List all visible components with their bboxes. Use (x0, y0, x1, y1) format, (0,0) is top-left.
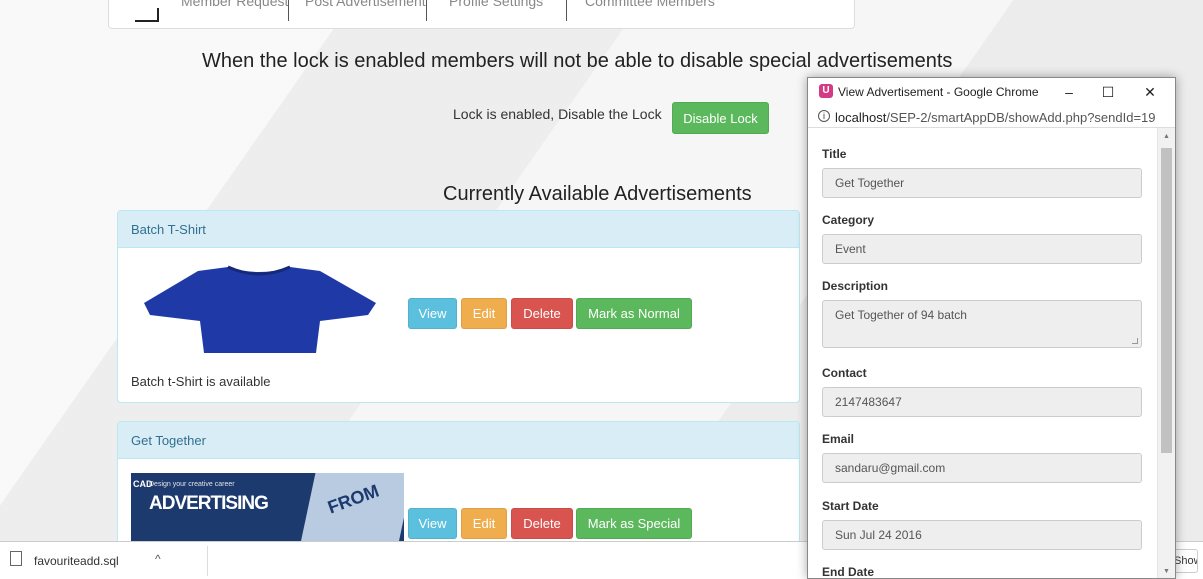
scroll-down-icon[interactable]: ▼ (1158, 563, 1175, 578)
url-text: localhost/SEP-2/smartAppDB/showAdd.php?s… (835, 110, 1156, 125)
description-value: Get Together of 94 batch (835, 308, 967, 322)
end-date-label: End Date (822, 565, 875, 579)
image-side-text: CAD (133, 479, 153, 489)
lock-heading: When the lock is enabled members will no… (202, 50, 953, 72)
contact-label: Contact (822, 366, 867, 380)
lock-status-text: Lock is enabled, Disable the Lock (453, 106, 662, 122)
delete-button[interactable]: Delete (511, 508, 573, 539)
ads-heading: Currently Available Advertisements (443, 183, 752, 205)
ad-panel-title: Get Together (118, 422, 799, 459)
info-icon[interactable]: i (818, 110, 830, 122)
tshirt-image (144, 265, 376, 353)
popup-scrollbar[interactable]: ▲ ▼ (1157, 128, 1175, 578)
image-small-text: Design your creative career (149, 481, 235, 488)
scroll-thumb[interactable] (1161, 148, 1172, 453)
advertisement-details: Title Get Together Category Event Descri… (808, 128, 1157, 579)
view-button[interactable]: View (408, 508, 457, 539)
window-title: View Advertisement - Google Chrome (838, 85, 1039, 99)
maximize-icon[interactable]: ☐ (1093, 81, 1123, 103)
ad-panel-batch-tshirt: Batch T-Shirt View Edit Delete Mark as N… (117, 210, 800, 403)
app-icon: U (819, 84, 833, 98)
description-field[interactable]: Get Together of 94 batch (822, 300, 1142, 348)
email-field[interactable]: sandaru@gmail.com (822, 453, 1142, 483)
menu-toggle-icon[interactable] (135, 8, 159, 22)
description-label: Description (822, 279, 889, 293)
disable-lock-button[interactable]: Disable Lock (672, 102, 769, 134)
ad-panel-get-together: Get Together FROM CAD Design your creati… (117, 421, 800, 561)
window-titlebar[interactable]: U View Advertisement - Google Chrome – ☐… (808, 78, 1175, 106)
address-bar[interactable]: i localhost/SEP-2/smartAppDB/showAdd.php… (808, 106, 1175, 128)
tab-committee-members[interactable]: Committee Members (567, 0, 854, 21)
url-host: localhost (835, 110, 887, 125)
start-date-field[interactable]: Sun Jul 24 2016 (822, 520, 1142, 550)
mark-as-special-button[interactable]: Mark as Special (576, 508, 692, 539)
contact-field[interactable]: 2147483647 (822, 387, 1142, 417)
view-button[interactable]: View (408, 298, 457, 329)
category-label: Category (822, 213, 875, 227)
mark-as-normal-button[interactable]: Mark as Normal (576, 298, 692, 329)
resize-handle-icon[interactable] (1132, 338, 1138, 344)
chevron-up-icon[interactable]: ^ (155, 552, 161, 566)
title-field[interactable]: Get Together (822, 168, 1142, 198)
email-label: Email (822, 432, 855, 446)
edit-button[interactable]: Edit (461, 508, 507, 539)
close-icon[interactable]: ✕ (1135, 81, 1165, 103)
top-navbar: Member Request Post Advertisement Profil… (108, 0, 855, 29)
download-file-name[interactable]: favouriteadd.sql (34, 554, 119, 568)
category-field[interactable]: Event (822, 234, 1142, 264)
view-advertisement-window: U View Advertisement - Google Chrome – ☐… (807, 77, 1176, 579)
tab-profile-settings[interactable]: Profile Settings (427, 0, 567, 21)
tab-post-advertisement[interactable]: Post Advertisement (289, 0, 427, 21)
ad-description: Batch t-Shirt is available (131, 374, 271, 389)
file-icon (10, 551, 22, 566)
url-path: /SEP-2/smartAppDB/showAdd.php?sendId=19 (886, 110, 1156, 125)
ad-panel-title: Batch T-Shirt (118, 211, 799, 248)
minimize-icon[interactable]: – (1054, 81, 1084, 103)
divider (207, 546, 208, 576)
image-big-text: ADVERTISING (149, 493, 269, 514)
start-date-label: Start Date (822, 499, 879, 513)
tab-member-request[interactable]: Member Request (167, 0, 289, 21)
scroll-up-icon[interactable]: ▲ (1158, 128, 1175, 145)
title-label: Title (822, 147, 847, 161)
edit-button[interactable]: Edit (461, 298, 507, 329)
delete-button[interactable]: Delete (511, 298, 573, 329)
